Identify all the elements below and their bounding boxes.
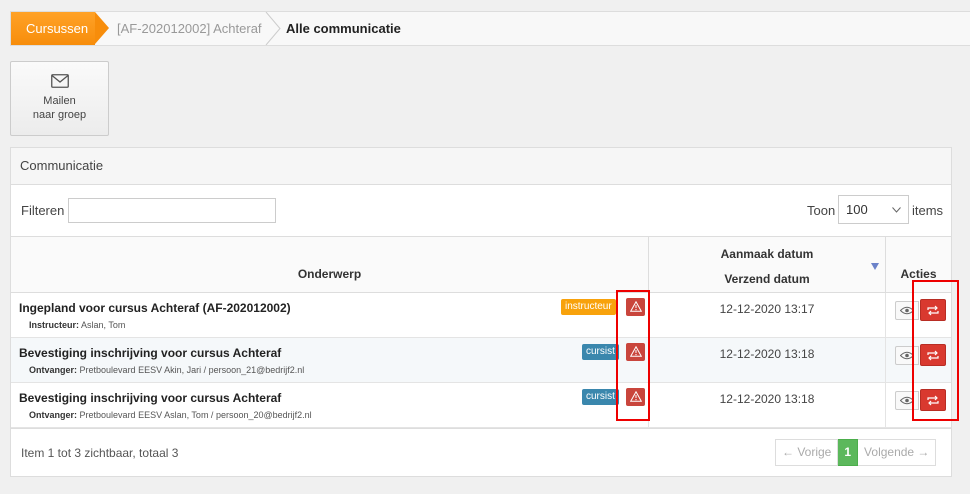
role-badge: cursist (582, 389, 619, 405)
communicatie-panel: Communicatie Filteren Toon 100 items Ond… (10, 147, 952, 477)
row-title: Bevestiging inschrijving voor cursus Ach… (19, 391, 282, 405)
row-title: Ingepland voor cursus Achteraf (AF-20201… (19, 301, 291, 315)
filter-input[interactable] (68, 198, 276, 223)
filter-row: Filteren Toon 100 items (11, 185, 951, 236)
pagination-summary: Item 1 tot 3 zichtbaar, totaal 3 (21, 446, 179, 460)
envelope-icon (50, 74, 69, 88)
pagination-next[interactable]: Volgende → (858, 439, 937, 466)
chevron-down-icon (892, 207, 901, 213)
mail-group-button[interactable]: Mailen naar groep (10, 61, 109, 136)
table-header: Onderwerp Aanmaak datum Verzend datum Ac… (11, 236, 951, 293)
breadcrumb-cursussen[interactable]: Cursussen (11, 12, 109, 45)
mail-group-label-2: naar groep (32, 109, 87, 121)
breadcrumb-course[interactable]: [AF-202012002] Achteraf (117, 12, 262, 45)
row-date: 12-12-2020 13:18 (649, 338, 886, 382)
role-badge: instructeur (561, 299, 616, 315)
highlight-actions-column (912, 280, 959, 421)
mail-group-label-1: Mailen (43, 95, 76, 107)
pagination: ← Vorige 1 Volgende → (775, 439, 937, 466)
row-meta: Instructeur: Aslan, Tom (29, 320, 126, 330)
filter-label: Filteren (21, 203, 65, 218)
table-row: Ingepland voor cursus Achteraf (AF-20201… (11, 293, 951, 338)
row-date: 12-12-2020 13:17 (649, 293, 886, 337)
page-size-value: 100 (846, 202, 868, 217)
page-size-label: Toon (807, 203, 836, 218)
column-aanmaak-datum: Aanmaak datum (720, 247, 814, 261)
column-verzend-datum: Verzend datum (724, 272, 810, 286)
pagination-prev[interactable]: ← Vorige (775, 439, 839, 466)
table-row: Bevestiging inschrijving voor cursus Ach… (11, 338, 951, 383)
page-size-select[interactable]: 100 (838, 195, 909, 224)
row-meta: Ontvanger: Pretboulevard EESV Akin, Jari… (29, 365, 305, 375)
row-date: 12-12-2020 13:18 (649, 383, 886, 427)
sort-desc-icon (871, 263, 879, 270)
table-footer: Item 1 tot 3 zichtbaar, totaal 3 ← Vorig… (11, 428, 951, 476)
column-datum[interactable]: Aanmaak datum Verzend datum (649, 237, 886, 292)
highlight-warning-column (616, 290, 650, 421)
communication-table: Onderwerp Aanmaak datum Verzend datum Ac… (11, 236, 951, 428)
breadcrumb: Cursussen [AF-202012002] Achteraf Alle c… (10, 11, 970, 46)
row-meta: Ontvanger: Pretboulevard EESV Aslan, Tom… (29, 410, 312, 420)
column-onderwerp[interactable]: Onderwerp (11, 237, 649, 292)
breadcrumb-current: Alle communicatie (286, 21, 401, 36)
pagination-page-1[interactable]: 1 (838, 439, 859, 466)
role-badge: cursist (582, 344, 619, 360)
row-title: Bevestiging inschrijving voor cursus Ach… (19, 346, 282, 360)
panel-title: Communicatie (11, 148, 951, 185)
breadcrumb-separator-icon (265, 12, 281, 45)
page-size-suffix: items (912, 203, 944, 218)
table-row: Bevestiging inschrijving voor cursus Ach… (11, 383, 951, 428)
